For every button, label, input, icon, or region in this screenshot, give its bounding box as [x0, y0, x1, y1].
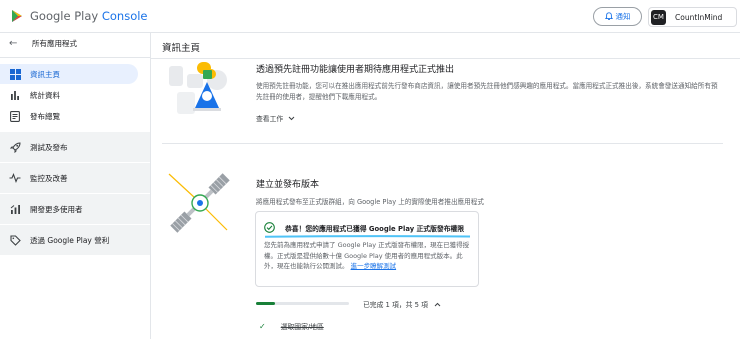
dashboard-icon [9, 68, 21, 80]
sidebar-item-statistics[interactable]: 統計資料 [0, 85, 138, 105]
back-label: 所有應用程式 [32, 38, 77, 48]
progress-label: 已完成 1 項，共 5 項 [363, 301, 428, 309]
page-title: 資訊主頁 [162, 43, 201, 54]
sidebar-item-publishing-overview[interactable]: 發布總覽 [0, 106, 138, 126]
check-circle-icon [264, 222, 275, 233]
title-divider [151, 58, 740, 59]
sidebar: ← 所有應用程式 資訊主頁 統計資料 發布總覽 測試及發布 監控及改善 開發更多… [0, 33, 150, 339]
vitals-icon [9, 172, 21, 184]
sidebar-section-test-release[interactable]: 測試及發布 [0, 132, 150, 162]
card1-title: 透過預先註冊功能讓使用者期待應用程式正式推出 [256, 65, 455, 75]
sidebar-item-label: 資訊主頁 [30, 69, 60, 79]
notifications-button[interactable]: 通知 [593, 7, 642, 26]
progress-fill [256, 302, 275, 305]
release-satellite-illustration [168, 173, 230, 233]
production-access-notice: 恭喜！您的應用程式已獲得 Google Play 正式版發布權限 您先前為應用程… [255, 211, 479, 287]
bar-chart-icon [9, 89, 21, 101]
sidebar-border [150, 33, 151, 339]
learn-testing-link[interactable]: 進一步瞭解測試 [351, 262, 397, 270]
notice-title: 恭喜！您的應用程式已獲得 Google Play 正式版發布權限 [285, 224, 465, 233]
card1-description: 使用預先註冊功能，您可以在推出應用程式前先行發布商店資訊，讓使用者預先註冊他們感… [256, 82, 718, 101]
step-label: 選取國家/地區 [280, 323, 324, 331]
play-console-logo[interactable]: Google Play Console [10, 9, 148, 23]
notice-body: 您先前為應用程式申請了 Google Play 正式版發布權限，現在已獲得授權。… [264, 240, 472, 272]
sidebar-section-grow-users[interactable]: 開發更多使用者 [0, 194, 150, 224]
arrow-back-icon: ← [9, 37, 18, 49]
bell-icon [604, 12, 613, 20]
logo-product: Console [101, 9, 148, 23]
checkmark-icon: ✓ [259, 321, 266, 331]
sidebar-item-label: 統計資料 [30, 90, 60, 100]
account-name: CountInMind [675, 12, 723, 22]
step-select-countries[interactable]: ✓ 選取國家/地區 [259, 321, 324, 332]
view-tasks-label: 查看工作 [256, 115, 284, 123]
sidebar-section-label: 監控及改善 [30, 173, 68, 183]
sidebar-section-monetize[interactable]: 透過 Google Play 營利 [0, 225, 150, 255]
logo-brand: Google Play [30, 9, 99, 23]
progress-bar [256, 302, 349, 305]
grow-users-icon [9, 203, 21, 215]
progress-toggle[interactable]: 已完成 1 項，共 5 項 [363, 299, 441, 309]
sidebar-section-label: 透過 Google Play 營利 [30, 235, 110, 245]
rocket-icon [9, 141, 21, 153]
pre-registration-illustration [169, 62, 227, 114]
view-tasks-link[interactable]: 查看工作 [256, 113, 295, 123]
play-logo-icon [12, 10, 22, 22]
section-divider [162, 143, 723, 144]
highlight-underline [265, 235, 470, 238]
sidebar-item-label: 發布總覽 [30, 111, 60, 121]
chevron-down-icon [288, 116, 295, 120]
sidebar-section-monitor-improve[interactable]: 監控及改善 [0, 163, 150, 193]
account-switcher[interactable]: CM CountInMind [648, 7, 737, 27]
top-bar: Google Play Console 通知 CM CountInMind [0, 0, 740, 33]
chevron-up-icon [434, 302, 441, 306]
all-apps-back-link[interactable]: ← 所有應用程式 [0, 33, 150, 53]
tag-icon [9, 234, 21, 246]
sidebar-section-label: 測試及發布 [30, 142, 68, 152]
card2-description: 將應用程式發布至正式版群組，向 Google Play 上的實際使用者推出應用程… [256, 198, 484, 206]
avatar: CM [651, 9, 666, 25]
sidebar-item-dashboard[interactable]: 資訊主頁 [0, 64, 138, 84]
sidebar-section-label: 開發更多使用者 [30, 204, 83, 214]
overview-icon [9, 110, 21, 122]
notifications-label: 通知 [615, 12, 631, 21]
sidebar-divider [0, 57, 150, 58]
card2-title: 建立並發布版本 [256, 180, 320, 190]
